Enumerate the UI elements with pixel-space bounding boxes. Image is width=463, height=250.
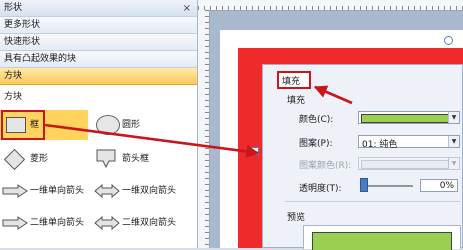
arrow-to-dialog-title <box>313 85 353 105</box>
arrow-to-canvas <box>44 123 260 158</box>
annotation-arrows <box>44 85 353 158</box>
